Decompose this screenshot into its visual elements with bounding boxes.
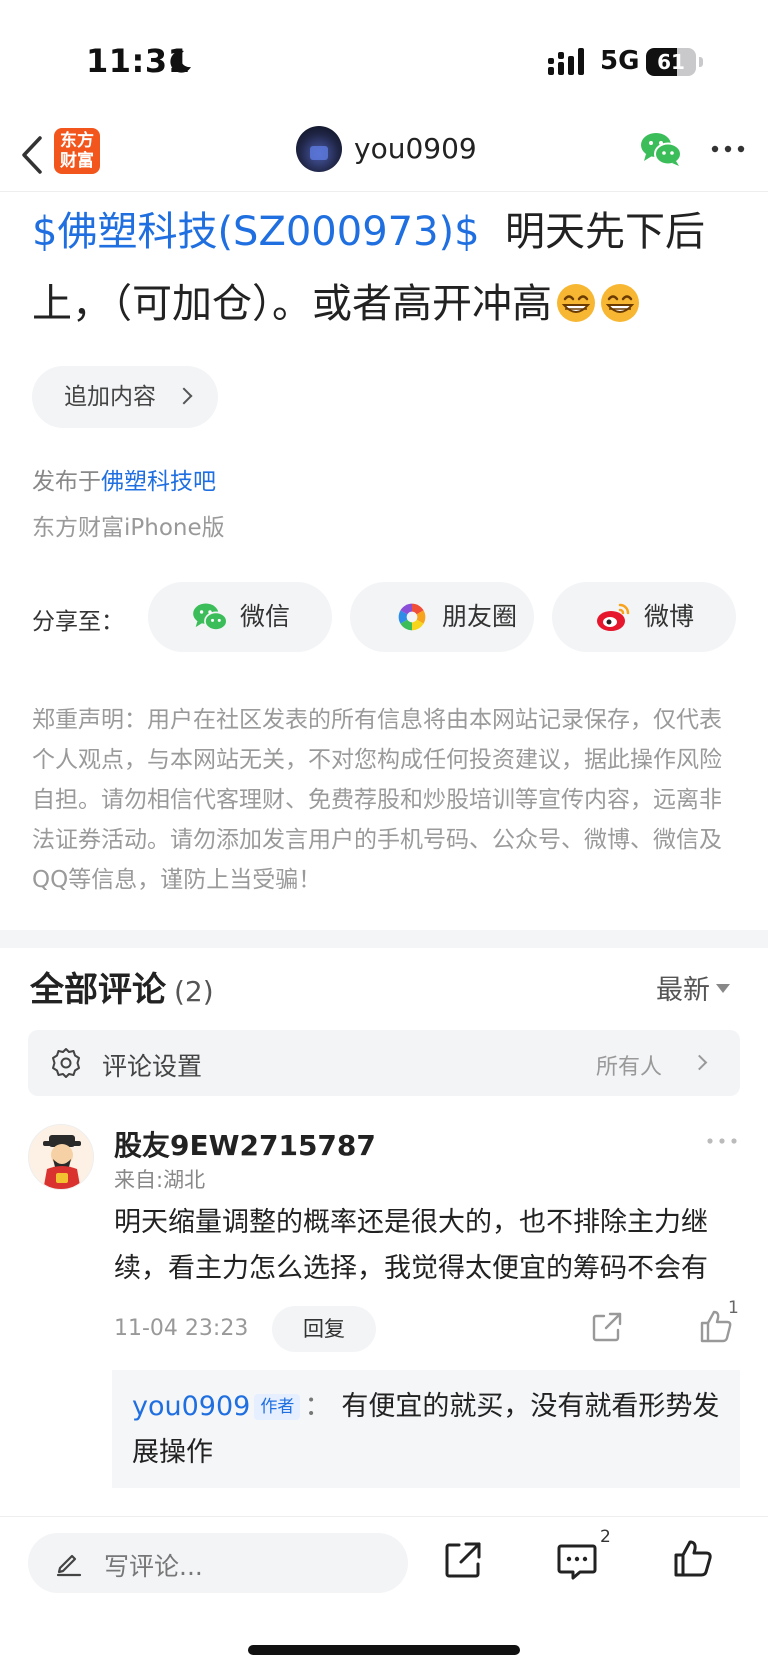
comments-count: (2) xyxy=(174,975,214,1008)
comment-settings-label: 评论设置 xyxy=(102,1052,203,1081)
comment-count-badge: 2 xyxy=(600,1527,611,1547)
chevron-right-icon xyxy=(175,387,193,405)
reply-author-name[interactable]: you0909 xyxy=(132,1391,250,1422)
comment-text: 明天缩量调整的概率还是很大的，也不排除主力继续，看主力怎么选择，我觉得太便宜的筹… xyxy=(114,1207,708,1284)
nav-bar: 东方 财富 you0909 xyxy=(0,120,768,192)
append-content-label: 追加内容 xyxy=(64,384,156,410)
like-count: 1 xyxy=(728,1298,739,1318)
share-moments-label: 朋友圈 xyxy=(442,602,518,631)
comment-more-icon[interactable] xyxy=(706,1132,738,1150)
share-weibo-button[interactable]: 微博 xyxy=(552,582,736,652)
caret-down-icon xyxy=(716,984,730,993)
battery-tip xyxy=(699,57,703,67)
logo-text-top: 东方 xyxy=(60,131,94,151)
write-comment-input[interactable]: 写评论... xyxy=(28,1533,408,1593)
app-logo[interactable]: 东方 财富 xyxy=(54,128,100,174)
author-badge: 作者 xyxy=(254,1394,301,1420)
moments-icon xyxy=(398,603,426,631)
stock-link[interactable]: $佛塑科技(SZ000973)$ xyxy=(32,209,480,255)
share-label: 分享至： xyxy=(32,609,124,635)
sort-label: 最新 xyxy=(656,975,710,1006)
share-icon[interactable] xyxy=(442,1539,484,1581)
weibo-icon xyxy=(597,603,630,631)
sub-reply[interactable]: you0909 作者：有便宜的就买，没有就看形势发展操作 xyxy=(112,1370,740,1488)
share-wechat-button[interactable]: 微信 xyxy=(148,582,332,652)
wechat-icon xyxy=(193,603,228,631)
caishen-avatar-icon xyxy=(29,1125,93,1189)
share-icon[interactable] xyxy=(590,1310,624,1344)
battery-indicator: 61 xyxy=(646,48,696,76)
commenter-avatar[interactable] xyxy=(28,1124,94,1190)
battery-percent: 61 xyxy=(657,50,685,74)
share-moments-button[interactable]: 朋友圈 xyxy=(350,582,534,652)
gear-icon xyxy=(52,1048,80,1078)
moon-icon xyxy=(170,50,191,73)
published-prefix: 发布于 xyxy=(32,469,101,495)
sort-dropdown[interactable]: 最新 xyxy=(656,968,730,1007)
pencil-icon xyxy=(56,1554,82,1577)
author-avatar[interactable] xyxy=(296,126,342,172)
reply-button[interactable]: 回复 xyxy=(272,1306,376,1352)
wechat-icon[interactable] xyxy=(640,130,682,168)
comments-title: 全部评论 (2) xyxy=(30,962,214,1011)
network-type: 5G xyxy=(600,46,640,76)
stock-bar-link[interactable]: 佛塑科技吧 xyxy=(101,469,216,495)
share-weibo-label: 微博 xyxy=(644,602,695,631)
home-indicator[interactable] xyxy=(248,1645,520,1655)
comments-title-label: 全部评论 xyxy=(30,970,166,1010)
comment-time: 11-04 23:23 xyxy=(114,1316,249,1341)
author-username[interactable]: you0909 xyxy=(354,132,477,165)
published-info: 发布于佛塑科技吧 xyxy=(32,462,216,496)
commenter-location: 来自:湖北 xyxy=(114,1168,206,1192)
section-divider xyxy=(0,930,768,948)
append-content-button[interactable]: 追加内容 xyxy=(32,366,218,428)
back-icon[interactable] xyxy=(14,130,54,180)
comment-settings-value: 所有人 xyxy=(596,1055,663,1080)
write-comment-placeholder: 写评论... xyxy=(104,1552,203,1581)
more-icon[interactable] xyxy=(710,136,746,162)
post-body: $佛塑科技(SZ000973)$ 明天先下后上，（可加仓）。或者高开冲高 xyxy=(32,196,736,340)
grinning-emoji-icon xyxy=(557,284,595,322)
signal-icon xyxy=(548,48,584,75)
commenter-name[interactable]: 股友9EW2715787 xyxy=(114,1124,376,1164)
thumbs-up-icon[interactable] xyxy=(672,1537,714,1579)
comment-icon[interactable] xyxy=(556,1541,598,1581)
status-bar: 11:31 5G 61 xyxy=(0,0,768,120)
chevron-right-icon xyxy=(691,1054,708,1071)
disclaimer: 郑重声明：用户在社区发表的所有信息将由本网站记录保存，仅代表个人观点，与本网站无… xyxy=(32,707,722,893)
share-wechat-label: 微信 xyxy=(240,602,291,631)
client-info: 东方财富iPhone版 xyxy=(32,515,225,541)
grinning-emoji-icon xyxy=(601,284,639,322)
comment-settings-row[interactable]: 评论设置 所有人 xyxy=(28,1030,740,1096)
logo-text-bottom: 财富 xyxy=(60,151,94,171)
reply-colon: ： xyxy=(304,1391,332,1422)
bottom-toolbar: 写评论... 2 xyxy=(0,1516,768,1670)
